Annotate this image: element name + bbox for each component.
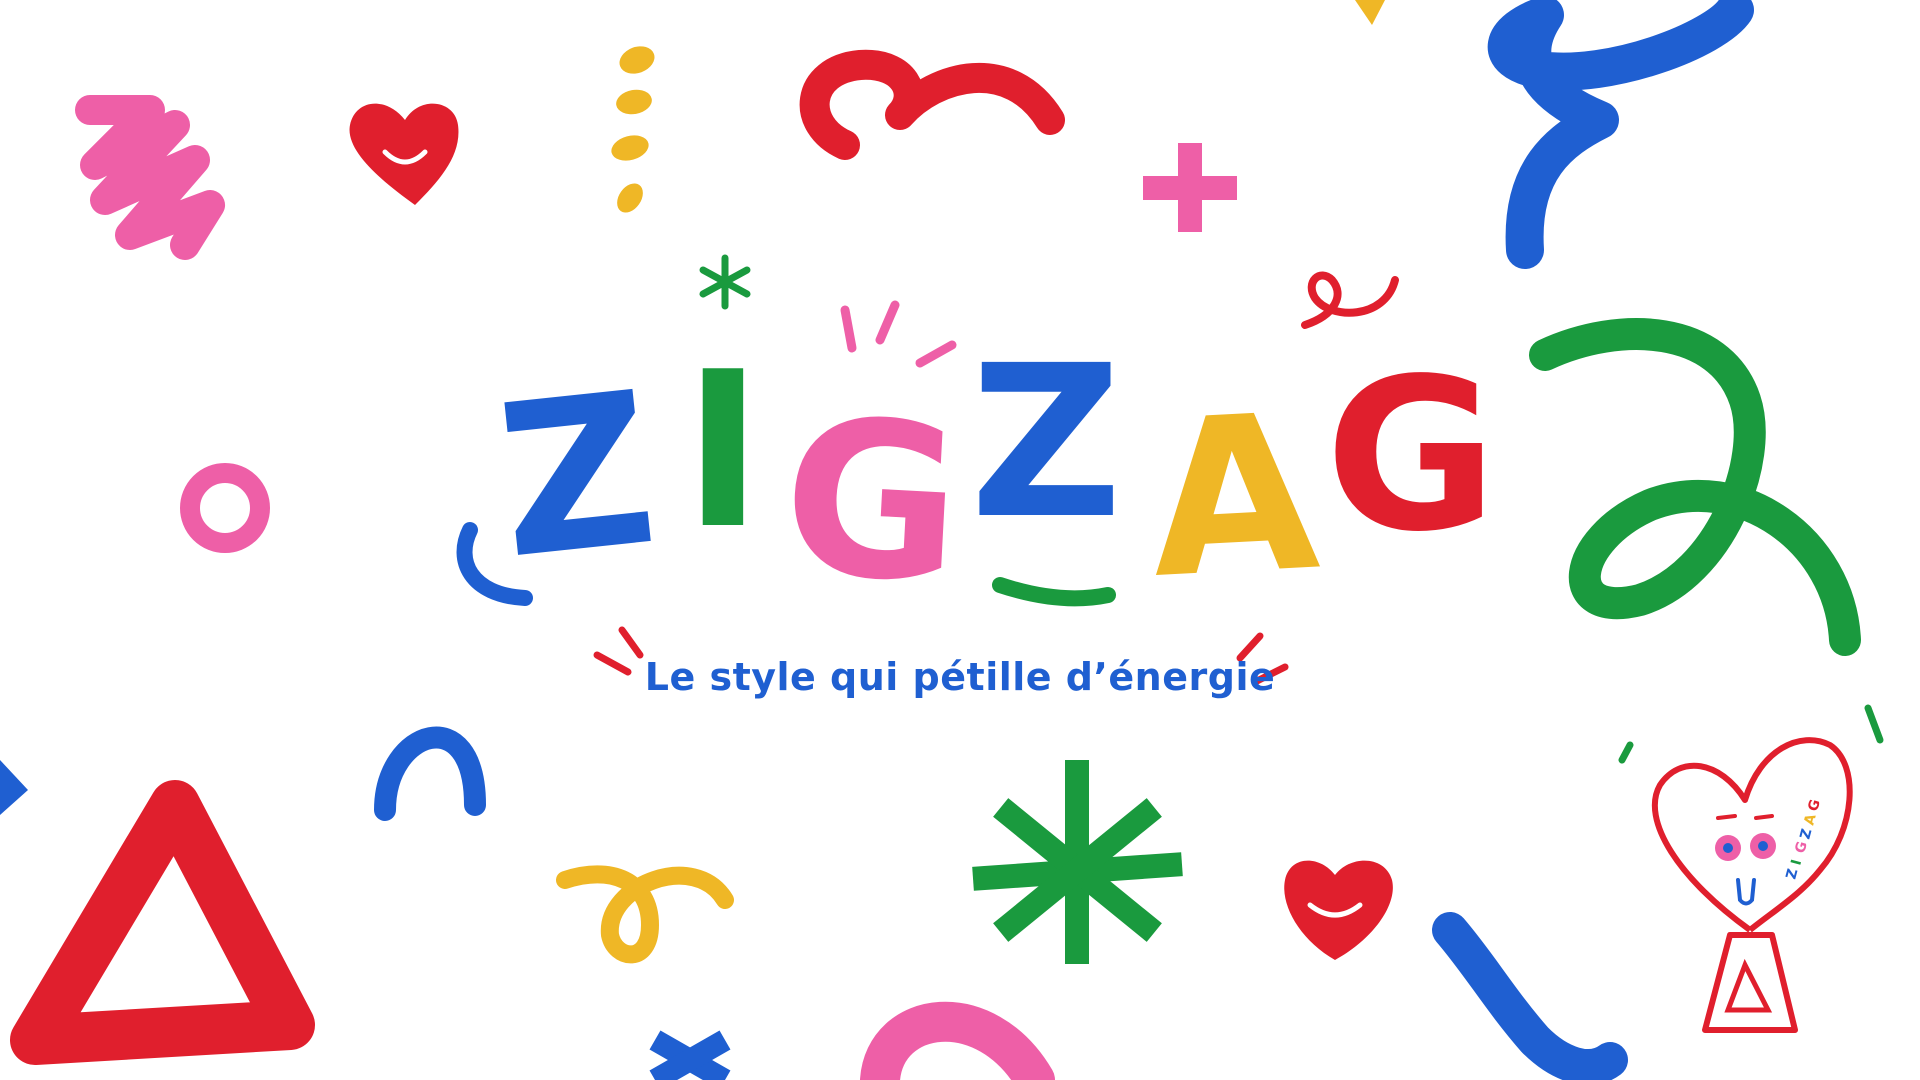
logo-letter-2: I	[683, 325, 763, 576]
blue-stroke-icon	[1432, 912, 1628, 1080]
logo-letter-4: Z	[970, 320, 1122, 565]
blue-cross-fragment-icon	[649, 1030, 731, 1080]
yellow-dots-icon	[611, 46, 655, 213]
mascot-badge-letter-6: G	[1805, 798, 1823, 813]
red-curl-icon	[1301, 271, 1399, 329]
mascot-badge-letter-2: I	[1788, 858, 1805, 867]
green-loop-icon	[1529, 318, 1861, 656]
pink-plus-icon	[1143, 143, 1237, 232]
small-green-asterisk-icon	[699, 254, 751, 310]
yellow-loop-icon	[556, 865, 734, 964]
green-smile-icon	[992, 577, 1116, 607]
pink-arc-icon	[860, 1001, 1055, 1080]
logo-letter-5: A	[1144, 367, 1323, 626]
heart-mascot-icon: Z I G Z A G	[1618, 704, 1884, 1033]
yellow-drip-icon	[1355, 0, 1385, 25]
mascot-badge-letter-3: G	[1792, 840, 1810, 855]
green-asterisk-icon	[972, 760, 1183, 964]
red-smiling-heart-icon	[349, 103, 459, 205]
mascot-badge-letter-4: Z	[1797, 827, 1815, 841]
blue-wave-icon	[1487, 0, 1754, 269]
mascot-badge-letter-1: Z	[1783, 867, 1801, 881]
mascot-badge-letter-5: A	[1801, 812, 1819, 827]
blue-triangle-fragment-icon	[0, 760, 28, 815]
logo-letter-1: Z	[488, 346, 665, 606]
logo-letter-3: G	[777, 371, 966, 631]
brand-artwork: Z I G Z A G Z I G Z A G	[0, 0, 1884, 1080]
pink-sparkle-icon	[840, 300, 957, 368]
pink-scribble-icon	[75, 95, 225, 260]
brand-tagline: Le style qui pétille d’énergie	[644, 655, 1276, 699]
logo-letter-6: G	[1325, 333, 1497, 578]
blue-arch-icon	[374, 726, 486, 821]
red-squiggle-icon	[799, 49, 1065, 160]
red-heart-icon	[1284, 860, 1393, 960]
red-triangle-icon	[10, 780, 315, 1065]
pink-circle-icon	[180, 463, 270, 553]
